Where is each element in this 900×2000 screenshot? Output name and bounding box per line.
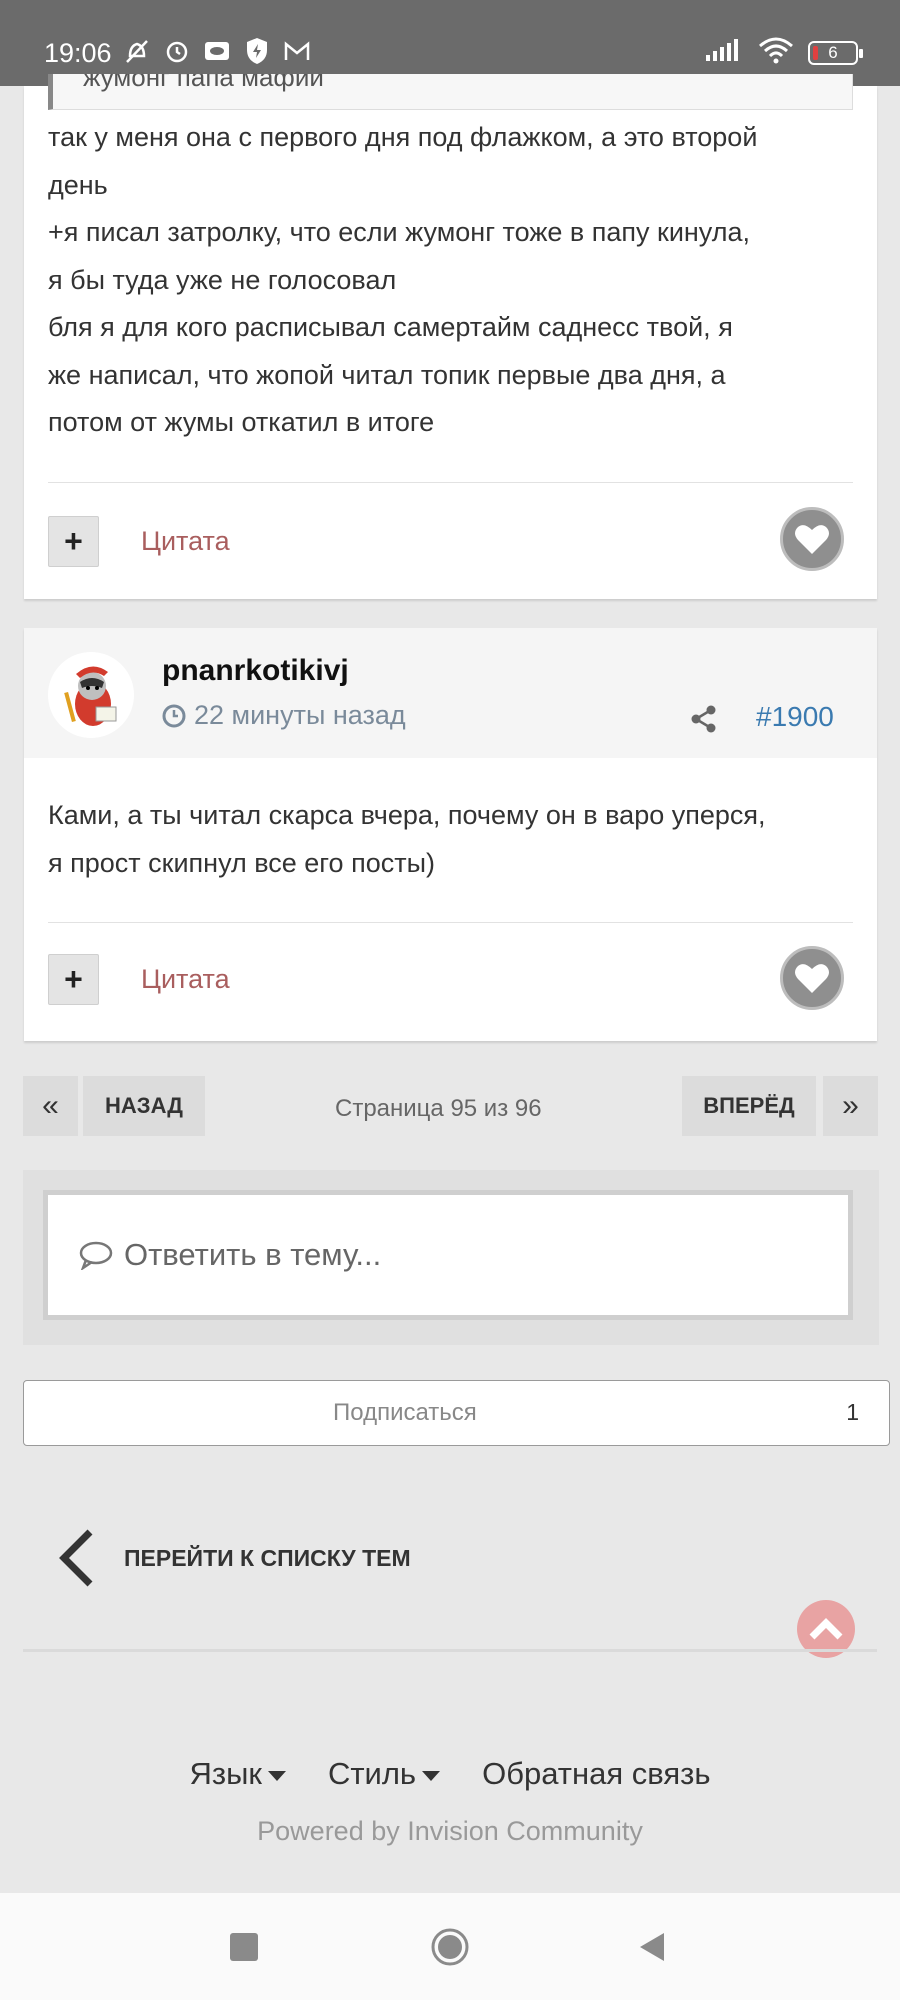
subscribe-label: Подписаться — [333, 1399, 477, 1426]
post-line: день — [48, 169, 108, 200]
heart-icon — [795, 964, 829, 993]
heart-icon — [795, 525, 829, 554]
quote-link[interactable]: Цитата — [141, 964, 230, 995]
gmail-icon — [282, 36, 312, 66]
post-time: 22 минуты назад — [162, 700, 406, 731]
reply-area: Ответить в тему... — [23, 1170, 879, 1345]
post-divider — [48, 482, 853, 483]
chevron-left-icon — [59, 1529, 93, 1587]
battery-icon: 6 — [808, 40, 863, 65]
reply-input[interactable]: Ответить в тему... — [43, 1190, 853, 1320]
language-label: Язык — [189, 1756, 262, 1791]
home-circle-icon — [431, 1928, 469, 1966]
quote-fragment: жумонг папа мафии — [83, 74, 324, 92]
subscriber-count: 1 — [846, 1399, 859, 1425]
system-nav-bar — [0, 1893, 900, 2000]
powered-by[interactable]: Powered by Invision Community — [0, 1816, 900, 1847]
caret-down-icon — [267, 1770, 286, 1781]
footer-links: Язык Стиль Обратная связь — [0, 1756, 900, 1792]
post-line: Ками, а ты читал скарса вчера, почему он… — [48, 800, 766, 830]
chevron-up-icon — [809, 1618, 843, 1640]
last-page-button[interactable]: » — [823, 1076, 878, 1136]
battery-level: 6 — [828, 42, 838, 62]
quote-link[interactable]: Цитата — [141, 526, 230, 557]
recents-button[interactable] — [230, 1933, 258, 1961]
caret-down-icon — [422, 1770, 441, 1781]
post-line: потом от жумы откатил в итоге — [48, 407, 435, 437]
vpn-shield-icon — [242, 36, 272, 66]
language-menu[interactable]: Язык — [189, 1756, 286, 1792]
reply-placeholder: Ответить в тему... — [124, 1237, 382, 1272]
post-divider — [48, 922, 853, 923]
prev-page-button[interactable]: НАЗАД — [83, 1076, 205, 1136]
style-label: Стиль — [327, 1756, 417, 1791]
post-header: pnanrkotikivj 22 минуты назад #1900 — [24, 628, 877, 758]
footer-divider — [23, 1649, 877, 1652]
feedback-link[interactable]: Обратная связь — [482, 1756, 710, 1792]
subscribe-button[interactable]: Подписаться 1 — [23, 1380, 890, 1446]
status-icons-right: 6 — [704, 36, 863, 69]
multiquote-button[interactable]: + — [48, 954, 99, 1005]
post-body-2: Ками, а ты читал скарса вчера, почему он… — [48, 792, 766, 887]
post-line: так у меня она с первого дня под флажком… — [48, 122, 758, 152]
share-icon[interactable] — [689, 704, 719, 739]
goto-label: ПЕРЕЙТИ К СПИСКУ ТЕМ — [124, 1544, 411, 1571]
post-card-2: pnanrkotikivj 22 минуты назад #1900 Ками… — [24, 628, 877, 1041]
post-line: +я писал затролку, что если жумонг тоже … — [48, 217, 750, 247]
post-body-1: так у меня она с первого дня под флажком… — [48, 114, 757, 447]
avatar[interactable] — [48, 652, 134, 738]
post-card-1: жумонг папа мафии так у меня она с перво… — [24, 74, 877, 599]
post-line: я прост скипнул все его посты) — [48, 847, 435, 878]
multiquote-button[interactable]: + — [48, 516, 99, 567]
goto-topic-list[interactable]: ПЕРЕЙТИ К СПИСКУ ТЕМ — [56, 1528, 411, 1588]
battery-fill — [813, 45, 818, 60]
quote-block: жумонг папа мафии — [48, 74, 853, 110]
alarm-off-icon — [122, 36, 152, 66]
cast-icon — [202, 36, 232, 66]
status-time: 19:06 — [44, 38, 112, 68]
home-button[interactable] — [430, 1927, 470, 1967]
like-button[interactable] — [780, 507, 844, 571]
alarm-icon — [162, 36, 192, 66]
author-name[interactable]: pnanrkotikivj — [162, 654, 349, 688]
signal-icon — [704, 37, 744, 68]
post-time-label: 22 минуты назад — [194, 700, 406, 730]
style-menu[interactable]: Стиль — [327, 1756, 441, 1792]
comment-icon — [79, 1241, 113, 1270]
back-triangle-icon — [640, 1933, 664, 1961]
post-line: я бы туда уже не голосовал — [48, 264, 397, 295]
like-button[interactable] — [780, 946, 844, 1010]
first-page-button[interactable]: « — [23, 1076, 78, 1136]
clock-icon — [162, 704, 186, 727]
post-line: бля я для кого расписывал самертайм садн… — [48, 312, 733, 342]
post-line: же написал, что жопой читал топик первые… — [48, 359, 726, 390]
next-page-button[interactable]: ВПЕРЁД — [682, 1076, 816, 1136]
post-number-link[interactable]: #1900 — [756, 701, 834, 733]
wifi-icon — [758, 36, 794, 69]
status-icons-left — [122, 36, 312, 66]
back-button[interactable] — [634, 1929, 670, 1965]
page-info: Страница 95 из 96 — [335, 1095, 542, 1122]
